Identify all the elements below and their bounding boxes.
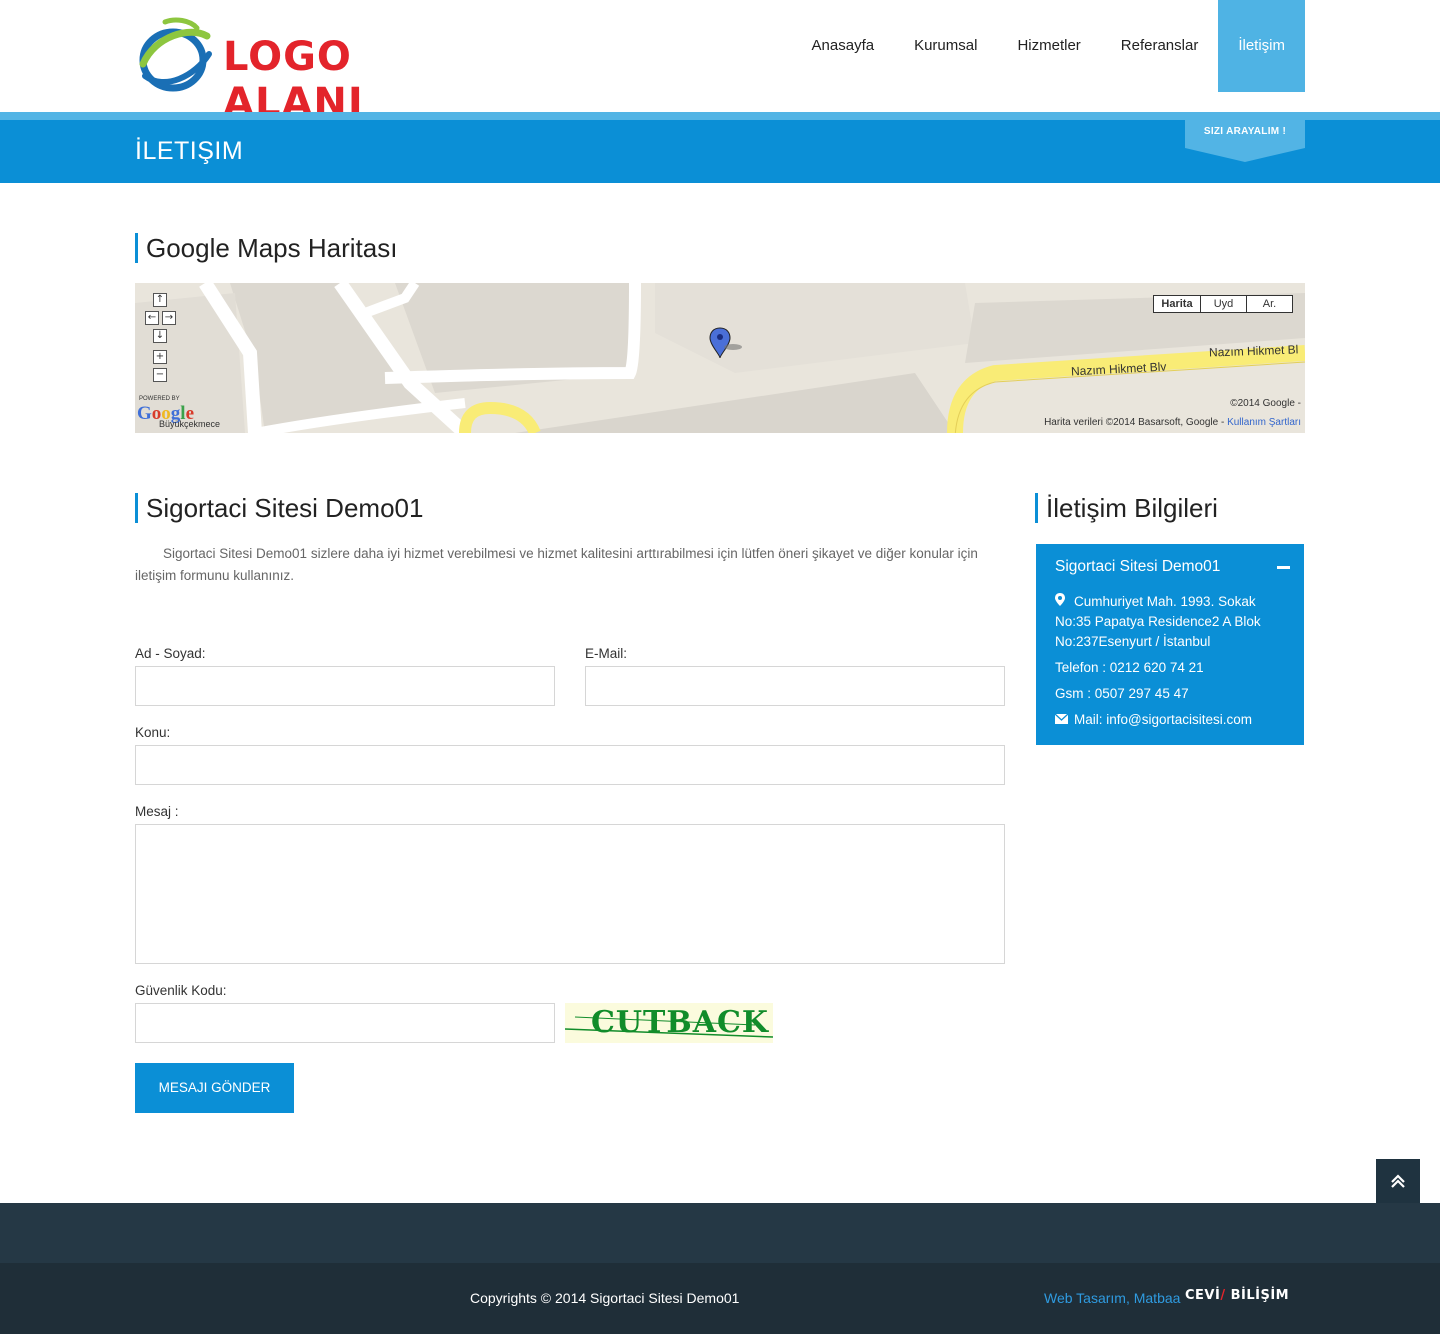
map-type-harita[interactable]: Harita <box>1153 295 1201 313</box>
main-nav: Anasayfa Kurumsal Hizmetler Referanslar … <box>792 0 1305 92</box>
call-me-badge[interactable]: SIZI ARAYALIM ! <box>1185 112 1305 162</box>
collapse-icon[interactable] <box>1277 566 1290 569</box>
map-type-switcher: Harita Uyd Ar. <box>1153 295 1293 313</box>
map-place-label: Büyükçekmece <box>159 419 221 429</box>
pan-down-button[interactable]: ↓ <box>153 329 167 343</box>
envelope-icon <box>1054 710 1069 730</box>
footer-copyright: Copyrights © 2014 Sigortaci Sitesi Demo0… <box>470 1290 740 1306</box>
google-map[interactable]: Nazım Hikmet Blv Nazım Hikmet Bl ↑ ← → ↓… <box>135 283 1305 433</box>
nav-label: Referanslar <box>1120 37 1199 54</box>
zoom-out-button[interactable]: − <box>153 368 167 382</box>
map-powered-by: POWERED BY <box>139 396 180 402</box>
subject-input[interactable] <box>135 745 1005 785</box>
contact-card-title: Sigortaci Sitesi Demo01 <box>1055 558 1221 575</box>
map-data-credit: Harita verileri ©2014 Basarsoft, Google … <box>1044 417 1301 428</box>
email-input[interactable] <box>585 666 1005 706</box>
call-me-badge-tip <box>1185 148 1305 162</box>
contact-card: Sigortaci Sitesi Demo01 Cumhuriyet Mah. … <box>1036 544 1304 745</box>
contact-heading: İletişim Bilgileri <box>1035 493 1218 523</box>
back-to-top-button[interactable] <box>1376 1159 1420 1203</box>
name-label: Ad - Soyad: <box>135 646 206 661</box>
contact-mail: Mail: info@sigortacisitesi.com <box>1054 710 1295 730</box>
footer-credit-link[interactable]: Web Tasarım, Matbaa <box>1044 1290 1180 1306</box>
map-copyright: ©2014 Google - <box>1230 398 1301 409</box>
contact-gsm: Gsm : 0507 297 45 47 <box>1055 686 1189 701</box>
site-header: LOGO ALANI Anasayfa Kurumsal Hizmetler R… <box>0 0 1440 126</box>
footer-bottom: Copyrights © 2014 Sigortaci Sitesi Demo0… <box>0 1263 1440 1334</box>
nav-item-hizmetler[interactable]: Hizmetler <box>997 0 1100 92</box>
map-type-arazi[interactable]: Ar. <box>1247 295 1293 313</box>
footer-brand-logo[interactable]: CEVİ/ BİLİŞİM <box>1185 1288 1289 1303</box>
send-message-button[interactable]: MESAJI GÖNDER <box>135 1063 294 1113</box>
map-controls: ↑ ← → ↓ + − <box>145 293 191 388</box>
subject-label: Konu: <box>135 725 171 740</box>
nav-label: İletişim <box>1238 37 1285 54</box>
pan-left-button[interactable]: ← <box>145 311 159 325</box>
contact-address-text: Cumhuriyet Mah. 1993. Sokak No:35 Papaty… <box>1055 594 1261 649</box>
nav-item-referanslar[interactable]: Referanslar <box>1101 0 1219 92</box>
call-me-label: SIZI ARAYALIM ! <box>1185 112 1305 148</box>
zoom-in-button[interactable]: + <box>153 350 167 364</box>
form-heading: Sigortaci Sitesi Demo01 <box>135 493 423 523</box>
pan-up-button[interactable]: ↑ <box>153 293 167 307</box>
map-data-credit-text: Harita verileri ©2014 Basarsoft, Google … <box>1044 417 1225 428</box>
map-heading: Google Maps Haritası <box>135 233 397 263</box>
nav-label: Hizmetler <box>1017 37 1081 54</box>
security-code-input[interactable] <box>135 1003 555 1043</box>
name-input[interactable] <box>135 666 555 706</box>
map-tiles <box>135 283 1305 433</box>
map-type-uydu[interactable]: Uyd <box>1201 295 1247 313</box>
contact-phone: Telefon : 0212 620 74 21 <box>1055 660 1204 675</box>
nav-label: Anasayfa <box>811 37 875 54</box>
site-logo[interactable]: LOGO ALANI <box>135 16 465 126</box>
brand-part-a: CEVİ <box>1185 1288 1221 1303</box>
message-label: Mesaj : <box>135 804 179 819</box>
map-marker-icon <box>1055 592 1068 612</box>
captcha-text: CUTBACK <box>591 1005 769 1040</box>
security-label: Güvenlik Kodu: <box>135 983 227 998</box>
contact-mail-text[interactable]: Mail: info@sigortacisitesi.com <box>1074 712 1252 727</box>
double-chevron-up-icon <box>1391 1174 1405 1188</box>
pan-right-button[interactable]: → <box>162 311 176 325</box>
form-intro-text: Sigortaci Sitesi Demo01 sizlere daha iyi… <box>135 546 978 583</box>
contact-address: Cumhuriyet Mah. 1993. Sokak No:35 Papaty… <box>1055 592 1295 652</box>
brand-part-b: BİLİŞİM <box>1230 1288 1290 1303</box>
footer-top <box>0 1203 1440 1263</box>
nav-item-kurumsal[interactable]: Kurumsal <box>894 0 997 92</box>
email-label: E-Mail: <box>585 646 628 661</box>
terms-link[interactable]: Kullanım Şartları <box>1227 417 1301 428</box>
message-textarea[interactable] <box>135 824 1005 964</box>
page-title: İLETIŞIM <box>135 137 244 165</box>
brand-slash: / <box>1220 1288 1226 1303</box>
nav-item-iletisim[interactable]: İletişim <box>1218 0 1305 92</box>
nav-label: Kurumsal <box>914 37 978 54</box>
nav-item-anasayfa[interactable]: Anasayfa <box>792 0 895 92</box>
captcha-image: CUTBACK <box>565 1003 773 1043</box>
globe-logo-icon <box>139 17 212 92</box>
